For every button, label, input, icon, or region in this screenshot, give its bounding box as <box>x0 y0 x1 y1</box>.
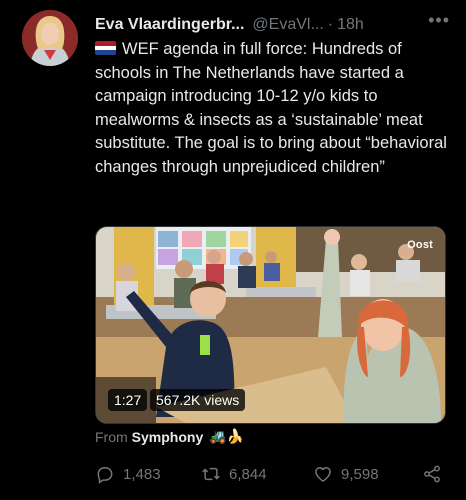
like-count: 9,598 <box>341 465 379 483</box>
more-horizontal-icon[interactable]: ••• <box>428 10 450 31</box>
tweet-text: WEF agenda in full force: Hundreds of sc… <box>95 38 455 179</box>
tweet-timestamp[interactable]: 18h <box>337 16 364 34</box>
retweet-count: 6,844 <box>229 465 267 483</box>
reply-icon <box>97 467 113 484</box>
tweet-header: Eva Vlaardingerbr... @EvaVl... · 18h <box>95 14 456 36</box>
tweet-actions: 1,483 6,844 9,598 <box>95 462 450 486</box>
author-name[interactable]: Eva Vlaardingerbr... <box>95 16 244 34</box>
author-avatar[interactable] <box>22 10 78 66</box>
source-label: From Symphony 🚜🍌 <box>95 428 244 445</box>
share-button[interactable] <box>422 464 450 484</box>
source-prefix: From <box>95 428 128 445</box>
netherlands-flag-icon <box>95 41 116 55</box>
heart-icon <box>315 467 331 482</box>
reply-button[interactable]: 1,483 <box>95 464 161 484</box>
separator-dot: · <box>327 16 334 33</box>
source-emojis: 🚜🍌 <box>209 428 245 444</box>
author-handle[interactable]: @EvaVl... <box>252 16 323 34</box>
like-button[interactable]: 9,598 <box>313 464 379 484</box>
source-name[interactable]: Symphony <box>132 429 204 445</box>
share-icon <box>424 465 440 483</box>
retweet-button[interactable]: 6,844 <box>201 464 267 484</box>
video-views-badge: 567.2K views <box>150 389 246 411</box>
reply-count: 1,483 <box>123 465 161 483</box>
video-duration-badge: 1:27 <box>108 389 148 411</box>
video-thumbnail <box>96 227 445 423</box>
video-player[interactable]: Oost 1:27 567.2K views <box>95 226 446 424</box>
retweet-icon <box>202 467 220 481</box>
tweet-body: WEF agenda in full force: Hundreds of sc… <box>95 40 447 176</box>
video-watermark: Oost <box>407 239 433 251</box>
